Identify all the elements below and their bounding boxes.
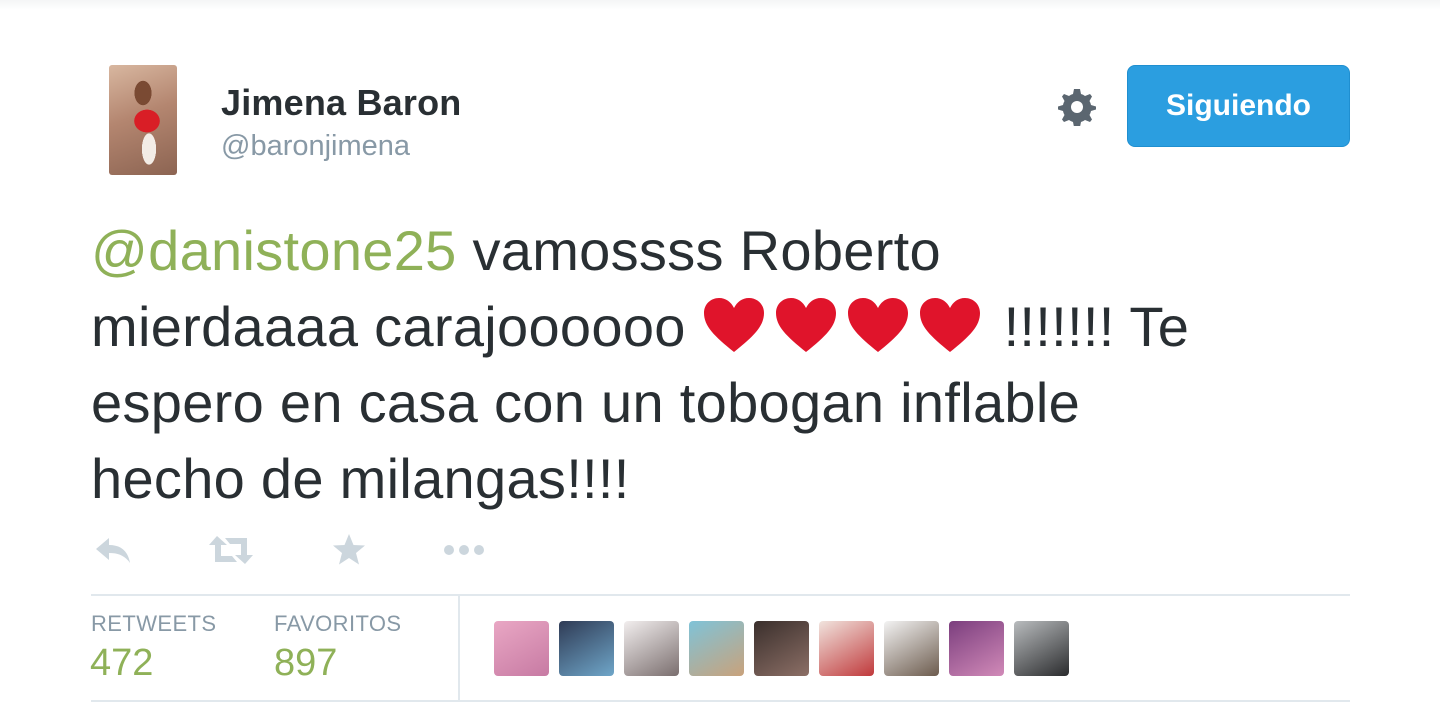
stats-divider-bottom [91, 700, 1350, 702]
tweet-line-2-text-after: !!!!!!! Te [1003, 295, 1190, 358]
avatar-9[interactable] [1014, 621, 1069, 676]
hearts-emoji-group [702, 295, 990, 358]
tweet-line-3: espero en casa con un tobogan inflable [91, 371, 1081, 434]
retweet-icon[interactable] [207, 530, 255, 570]
avatar-7[interactable] [884, 621, 939, 676]
avatar-3[interactable] [624, 621, 679, 676]
favorite-star-icon[interactable] [330, 530, 368, 570]
more-dots-icon[interactable] [442, 530, 488, 570]
author-display-name[interactable]: Jimena Baron [221, 82, 461, 124]
tweet-line-1-text: vamossss Roberto [456, 219, 941, 282]
favoriters-avatars [494, 621, 1069, 676]
stats-divider-vertical [458, 596, 460, 700]
top-shadow [0, 0, 1440, 10]
retweets-count[interactable]: 472 [90, 642, 153, 685]
avatar-8[interactable] [949, 621, 1004, 676]
heart-emoji-icon [846, 296, 910, 354]
following-button[interactable]: Siguiendo [1127, 65, 1350, 147]
retweets-label[interactable]: RETWEETS [91, 611, 216, 637]
tweet-line-1: @danistone25 vamossss Roberto [91, 213, 1366, 289]
heart-emoji-icon [918, 296, 982, 354]
avatar-2[interactable] [559, 621, 614, 676]
avatar-6[interactable] [819, 621, 874, 676]
avatar-5[interactable] [754, 621, 809, 676]
reply-icon[interactable] [93, 530, 133, 570]
tweet-line-2-text: mierdaaaa carajoooooo [91, 295, 702, 358]
tweet-text: @danistone25 vamossss Roberto mierdaaaa … [91, 213, 1366, 517]
stats-divider-top [91, 594, 1350, 596]
author-avatar[interactable] [109, 65, 177, 175]
favorites-label[interactable]: FAVORITOS [274, 611, 401, 637]
tweet-line-2: mierdaaaa carajoooooo !!!!!!! Te [91, 289, 1366, 365]
author-handle[interactable]: @baronjimena [221, 130, 410, 163]
gear-icon[interactable] [1056, 84, 1098, 127]
heart-emoji-icon [774, 296, 838, 354]
heart-emoji-icon [702, 296, 766, 354]
favorites-count[interactable]: 897 [274, 642, 337, 685]
avatar-4[interactable] [689, 621, 744, 676]
tweet-card: Jimena Baron @baronjimena Siguiendo @dan… [0, 0, 1440, 716]
tweet-line-4: hecho de milangas!!!! [91, 447, 630, 510]
mention-link[interactable]: @danistone25 [91, 219, 457, 282]
avatar-1[interactable] [494, 621, 549, 676]
